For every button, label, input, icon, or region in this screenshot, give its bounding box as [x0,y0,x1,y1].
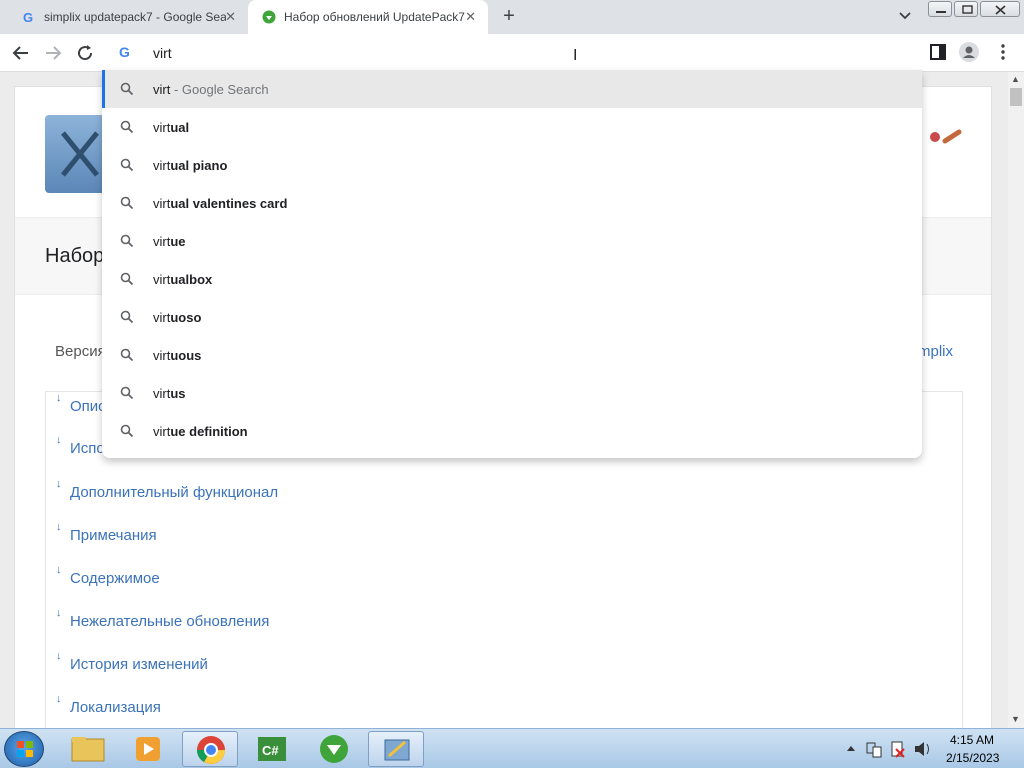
show-hidden-icons-icon[interactable] [847,746,855,751]
search-icon [120,158,134,172]
tab-strip: G simplix updatepack7 - Google Search ✕ … [0,0,1024,34]
window-controls [928,1,1020,17]
taskbar-media-player[interactable] [120,731,176,767]
down-arrow-icon: ↓ [56,693,62,705]
address-bar-text[interactable]: virt [153,45,172,61]
down-arrow-icon: ↓ [56,478,62,490]
windows-explorer-icon [71,737,105,762]
start-button[interactable] [4,731,44,767]
scroll-up-icon[interactable]: ▲ [1011,74,1020,84]
taskbar-updatepack[interactable] [306,731,362,767]
down-arrow-icon: ↓ [56,434,62,446]
media-player-icon [136,737,160,761]
google-favicon: G [23,10,33,24]
suggestion-item[interactable]: virtue [102,222,922,260]
windows-logo-icon [17,741,33,757]
suggestion-item[interactable]: virtual [102,108,922,146]
simplix-link[interactable]: mplix [918,343,953,360]
down-arrow-icon: ↓ [56,607,62,619]
search-icon [120,386,134,400]
taskbar-explorer[interactable] [60,731,116,767]
forward-arrow-icon[interactable] [41,41,65,65]
csharp-icon: C# [258,737,286,761]
close-tab-icon[interactable]: ✕ [465,9,476,25]
new-tab-button[interactable]: + [498,5,520,27]
back-arrow-icon[interactable] [9,41,33,65]
omnibox-suggestions: virt - Google Search virtual virtual pia… [102,70,922,458]
suggestion-item[interactable]: virtus [102,374,922,412]
chrome-icon [197,736,225,764]
reload-icon[interactable] [73,41,97,65]
suggestion-item[interactable]: virtual valentines card [102,184,922,222]
taskbar-csharp[interactable]: C# [244,731,300,767]
scroll-thumb[interactable] [1010,88,1022,106]
suggestion-item[interactable]: virt - Google Search [102,70,922,108]
maximize-button[interactable] [954,1,978,17]
clock-date[interactable]: 2/15/2023 [946,751,999,765]
search-icon [120,234,134,248]
close-window-button[interactable] [980,1,1020,17]
tab-updatepack[interactable]: Набор обновлений UpdatePack7 ✕ [248,0,488,34]
search-icon [120,348,134,362]
close-tab-icon[interactable]: ✕ [225,9,236,25]
installer-icon [384,739,410,761]
search-icon [120,272,134,286]
tab-title: Набор обновлений UpdatePack7 [284,10,465,24]
search-icon [120,424,134,438]
search-icon [120,196,134,210]
suggestion-item[interactable]: virtualbox [102,260,922,298]
side-panel-icon[interactable] [927,41,949,63]
scroll-down-icon[interactable]: ▼ [1011,714,1020,724]
minimize-button[interactable] [928,1,952,17]
google-g-icon: G [119,44,130,60]
tab-title: simplix updatepack7 - Google Search [44,10,226,24]
clock-time[interactable]: 4:15 AM [950,733,994,747]
language-flags-icon [930,129,962,144]
text-cursor-icon: I [573,47,578,64]
taskbar-chrome[interactable] [182,731,238,767]
page-title: Набор [45,245,105,267]
down-arrow-icon: ↓ [56,564,62,576]
svg-text:G: G [23,10,33,24]
updatepack-icon [320,735,348,763]
search-icon [120,310,134,324]
profile-avatar-icon[interactable] [958,41,980,63]
windows-taskbar: C# [0,728,1024,768]
chevron-down-icon[interactable] [896,7,914,25]
down-arrow-icon: ↓ [56,392,62,404]
network-icon[interactable] [866,742,882,758]
suggestion-item[interactable]: virtuous [102,336,922,374]
taskbar-installer[interactable] [368,731,424,767]
volume-icon[interactable] [915,742,929,756]
page-scrollbar[interactable]: ▲ ▼ [1008,72,1024,728]
tab-google-search[interactable]: G simplix updatepack7 - Google Search ✕ [8,0,248,34]
action-center-flag-icon[interactable] [891,741,905,758]
down-arrow-icon: ↓ [56,650,62,662]
suggestion-item[interactable]: virtue definition [102,412,922,450]
address-bar[interactable]: G virt [102,34,922,70]
menu-dots-icon[interactable] [992,41,1014,63]
search-icon [120,82,134,96]
svg-text:C#: C# [262,743,279,758]
selection-indicator [102,70,105,108]
updatepack-favicon [262,10,276,24]
down-arrow-icon: ↓ [56,521,62,533]
suggestion-item[interactable]: virtuoso [102,298,922,336]
suggestion-item[interactable]: virtual piano [102,146,922,184]
search-icon [120,120,134,134]
